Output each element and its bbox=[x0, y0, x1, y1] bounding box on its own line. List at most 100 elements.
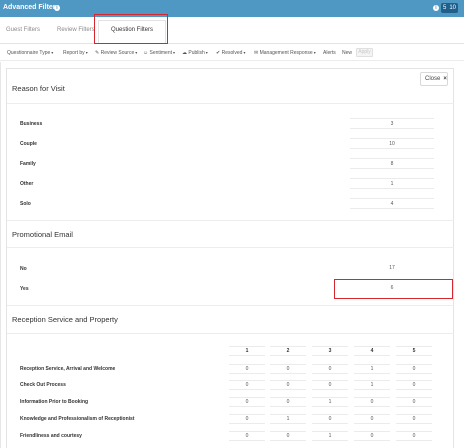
review-source-icon: ✎ bbox=[95, 50, 100, 56]
resolved-label: Resolved bbox=[221, 50, 243, 56]
close-label: Close bbox=[425, 76, 441, 82]
row-label-solo: Solo bbox=[20, 201, 31, 207]
management-response-label: Management Response bbox=[259, 50, 313, 56]
cell-value[interactable]: 0 bbox=[270, 380, 306, 390]
publish-icon: ☁ bbox=[182, 50, 187, 56]
caret-down-icon: ▾ bbox=[135, 50, 138, 55]
divider bbox=[7, 103, 454, 104]
page-title: Advanced Filters bbox=[3, 4, 60, 11]
divider bbox=[7, 333, 454, 334]
cell-value[interactable]: 1 bbox=[354, 380, 390, 390]
column-header-4: 4 bbox=[354, 346, 390, 356]
badge-value-current: 5 bbox=[443, 5, 447, 11]
caret-down-icon: ▾ bbox=[173, 50, 176, 55]
reason-for-visit-title: Reason for Visit bbox=[12, 84, 65, 93]
cell-value[interactable]: 0 bbox=[270, 364, 306, 374]
column-header-5: 5 bbox=[396, 346, 432, 356]
divider bbox=[7, 305, 454, 306]
value-no[interactable]: 17 bbox=[350, 263, 434, 274]
cell-value[interactable]: 0 bbox=[229, 431, 265, 441]
tab-guest-filters[interactable]: Guest Filters bbox=[6, 27, 40, 33]
cell-value[interactable]: 0 bbox=[396, 380, 432, 390]
caret-down-icon: ▾ bbox=[243, 50, 246, 55]
management-response-dropdown[interactable]: ✉ Management Response▾ bbox=[254, 50, 316, 56]
info-icon[interactable]: i bbox=[54, 5, 60, 11]
tab-highlight-box bbox=[94, 14, 168, 44]
cell-value[interactable]: 0 bbox=[396, 414, 432, 424]
row-label-couple: Couple bbox=[20, 141, 37, 147]
tab-review-filters[interactable]: Review Filters bbox=[57, 27, 95, 33]
caret-down-icon: ▾ bbox=[313, 50, 316, 55]
caret-down-icon: ▾ bbox=[205, 50, 208, 55]
count-badge: 5 10 bbox=[441, 3, 459, 13]
row-label-yes: Yes bbox=[20, 286, 29, 292]
left-border bbox=[0, 62, 1, 448]
close-button[interactable]: Close × bbox=[420, 72, 448, 86]
cell-value[interactable]: 0 bbox=[270, 431, 306, 441]
comments-icon: ✉ bbox=[254, 50, 259, 56]
close-icon: × bbox=[443, 76, 447, 82]
promotional-email-title: Promotional Email bbox=[12, 230, 73, 239]
row-label-reception-service: Reception Service, Arrival and Welcome bbox=[20, 366, 116, 372]
badge-value-total: 10 bbox=[449, 5, 457, 11]
cell-value[interactable]: 1 bbox=[312, 431, 348, 441]
questionnaire-type-label: Questionnaire Type bbox=[7, 50, 51, 56]
publish-dropdown[interactable]: ☁ Publish▾ bbox=[182, 50, 208, 56]
caret-down-icon: ▾ bbox=[85, 50, 88, 55]
value-couple[interactable]: 10 bbox=[350, 138, 434, 149]
help-info-icon[interactable]: i bbox=[433, 5, 439, 11]
row-label-information-prior: Information Prior to Booking bbox=[20, 399, 89, 405]
value-solo[interactable]: 4 bbox=[350, 198, 434, 209]
column-header-2: 2 bbox=[270, 346, 306, 356]
divider bbox=[7, 247, 454, 248]
check-icon: ✔ bbox=[216, 50, 221, 56]
divider bbox=[7, 220, 454, 221]
column-header-1: 1 bbox=[229, 346, 265, 356]
advanced-filters-header: Advanced Filters i i 5 10 bbox=[0, 0, 464, 17]
cell-value[interactable]: 0 bbox=[396, 397, 432, 407]
cell-value[interactable]: 0 bbox=[312, 364, 348, 374]
cell-value[interactable]: 1 bbox=[312, 397, 348, 407]
value-family[interactable]: 8 bbox=[350, 158, 434, 169]
report-by-dropdown[interactable]: Report by▾ bbox=[63, 50, 88, 56]
cell-value[interactable]: 0 bbox=[312, 380, 348, 390]
cell-value[interactable]: 0 bbox=[229, 380, 265, 390]
cell-value[interactable]: 0 bbox=[229, 397, 265, 407]
sentiment-label: Sentiment bbox=[149, 50, 173, 56]
apply-button[interactable]: Apply bbox=[356, 48, 373, 57]
cell-value[interactable]: 0 bbox=[354, 414, 390, 424]
cell-value[interactable]: 0 bbox=[396, 431, 432, 441]
sentiment-icon: ☺ bbox=[143, 50, 149, 56]
value-business[interactable]: 3 bbox=[350, 118, 434, 129]
value-other[interactable]: 1 bbox=[350, 178, 434, 189]
sentiment-dropdown[interactable]: ☺ Sentiment▾ bbox=[143, 50, 175, 56]
row-label-check-out: Check Out Process bbox=[20, 382, 66, 388]
cell-value[interactable]: 1 bbox=[270, 414, 306, 424]
row-label-friendliness: Friendliness and courtesy bbox=[20, 433, 82, 439]
row-label-no: No bbox=[20, 266, 27, 272]
row-label-knowledge: Knowledge and Professionalism of Recepti… bbox=[20, 416, 135, 422]
cell-value[interactable]: 0 bbox=[229, 414, 265, 424]
resolved-dropdown[interactable]: ✔ Resolved▾ bbox=[216, 50, 245, 56]
cell-value[interactable]: 0 bbox=[354, 431, 390, 441]
questionnaire-type-dropdown[interactable]: Questionnaire Type▾ bbox=[7, 50, 53, 56]
row-label-other: Other bbox=[20, 181, 34, 187]
review-source-label: Review Source bbox=[100, 50, 135, 56]
review-source-dropdown[interactable]: ✎ Review Source▾ bbox=[95, 50, 137, 56]
row-label-family: Family bbox=[20, 161, 36, 167]
alerts-filter[interactable]: Alerts bbox=[323, 50, 336, 56]
value-yes-highlight-box bbox=[334, 279, 453, 299]
cell-value[interactable]: 0 bbox=[229, 364, 265, 374]
new-filter[interactable]: New bbox=[342, 50, 352, 56]
cell-value[interactable]: 0 bbox=[396, 364, 432, 374]
reception-service-title: Reception Service and Property bbox=[12, 315, 118, 324]
publish-label: Publish bbox=[188, 50, 205, 56]
row-label-business: Business bbox=[20, 121, 43, 127]
cell-value[interactable]: 1 bbox=[354, 364, 390, 374]
column-header-3: 3 bbox=[312, 346, 348, 356]
cell-value[interactable]: 0 bbox=[312, 414, 348, 424]
cell-value[interactable]: 0 bbox=[354, 397, 390, 407]
caret-down-icon: ▾ bbox=[51, 50, 54, 55]
cell-value[interactable]: 0 bbox=[270, 397, 306, 407]
report-by-label: Report by bbox=[63, 50, 85, 56]
